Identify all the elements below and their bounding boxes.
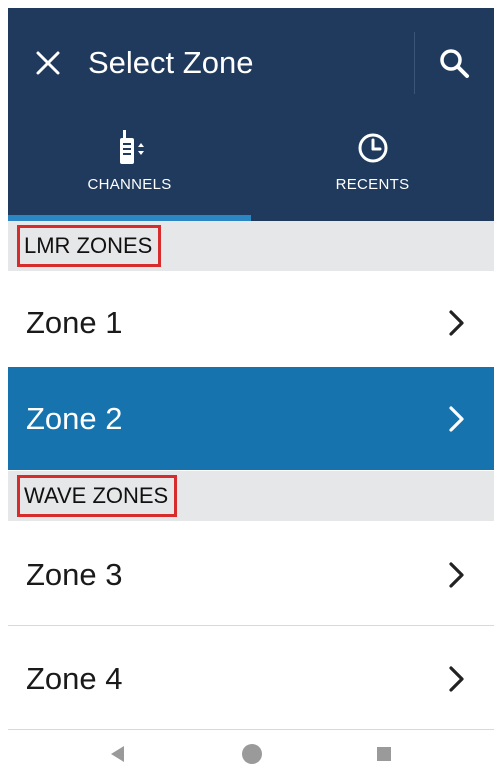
app-bar: Select Zone CHANNELS RECENTS	[8, 8, 494, 221]
zone-row[interactable]: Zone 4	[8, 627, 494, 730]
tab-label: RECENTS	[335, 176, 410, 193]
nav-home-button[interactable]	[238, 740, 266, 768]
section-title: LMR ZONES	[17, 225, 162, 267]
search-button[interactable]	[432, 41, 476, 85]
chevron-right-icon	[442, 664, 472, 694]
chevron-right-icon	[442, 560, 472, 590]
recents-square-icon	[377, 747, 391, 761]
zone-row[interactable]: Zone 1	[8, 271, 494, 374]
radio-icon	[112, 126, 148, 170]
search-icon	[440, 49, 469, 78]
home-circle-icon	[242, 744, 262, 764]
zone-label: Zone 4	[26, 661, 123, 696]
row-divider	[8, 729, 494, 730]
nav-back-button[interactable]	[103, 740, 131, 768]
row-divider	[8, 625, 494, 626]
zone-row[interactable]: Zone 3	[8, 523, 494, 626]
nav-recents-button[interactable]	[370, 740, 398, 768]
tab-recents[interactable]: RECENTS	[251, 120, 494, 221]
zone-row-selected[interactable]: Zone 2	[8, 367, 494, 470]
close-button[interactable]	[28, 43, 68, 83]
zone-label: Zone 1	[26, 305, 123, 340]
zone-label: Zone 3	[26, 557, 123, 592]
tab-label: CHANNELS	[87, 176, 172, 193]
select-zone-screen: Select Zone CHANNELS RECENTS LMR ZONES Z…	[8, 8, 494, 776]
section-header-lmr-zones: LMR ZONES	[8, 221, 494, 271]
chevron-right-icon	[442, 404, 472, 434]
clock-icon	[355, 126, 391, 170]
tab-channels[interactable]: CHANNELS	[8, 120, 251, 221]
close-icon	[36, 51, 60, 75]
header-divider	[414, 32, 415, 94]
page-title: Select Zone	[88, 45, 254, 80]
chevron-right-icon	[442, 308, 472, 338]
back-triangle-icon	[111, 746, 124, 762]
zone-label: Zone 2	[26, 401, 123, 436]
system-nav-bar	[8, 732, 494, 776]
section-header-wave-zones: WAVE ZONES	[8, 471, 494, 521]
section-title: WAVE ZONES	[17, 475, 178, 517]
